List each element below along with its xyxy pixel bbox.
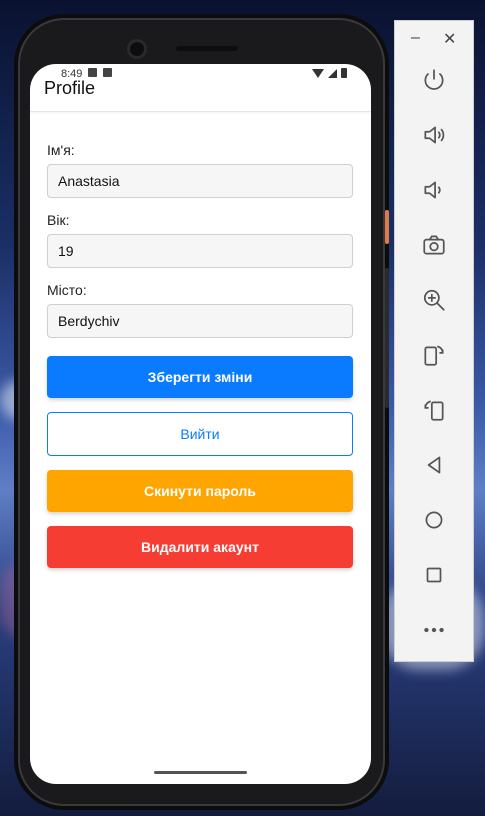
profile-form: Ім'я: Вік: Місто: Зберегти зміни Вийти С… bbox=[47, 142, 353, 568]
volume-up-icon[interactable] bbox=[419, 120, 449, 150]
overview-icon[interactable] bbox=[419, 560, 449, 590]
name-field[interactable] bbox=[47, 164, 353, 198]
emulator-window-controls: – ✕ bbox=[395, 29, 473, 49]
device-screen: 8:49 Profile Ім'я: Вік: Місто: Зберегти … bbox=[30, 64, 371, 784]
volume-side-button bbox=[385, 268, 389, 408]
earpiece-speaker bbox=[176, 46, 238, 51]
back-icon[interactable] bbox=[419, 450, 449, 480]
age-field[interactable] bbox=[47, 234, 353, 268]
zoom-in-icon[interactable] bbox=[419, 285, 449, 315]
close-button[interactable]: ✕ bbox=[443, 29, 456, 49]
save-button[interactable]: Зберегти зміни bbox=[47, 356, 353, 398]
city-label: Місто: bbox=[47, 282, 87, 298]
age-label: Вік: bbox=[47, 212, 70, 228]
name-label: Ім'я: bbox=[47, 142, 75, 158]
page-title: Profile bbox=[44, 78, 96, 98]
city-field[interactable] bbox=[47, 304, 353, 338]
more-icon[interactable] bbox=[419, 615, 449, 645]
volume-down-icon[interactable] bbox=[419, 175, 449, 205]
camera-icon[interactable] bbox=[419, 230, 449, 260]
minimize-button[interactable]: – bbox=[411, 29, 420, 47]
home-indicator[interactable] bbox=[154, 771, 247, 774]
delete-account-button[interactable]: Видалити акаунт bbox=[47, 526, 353, 568]
emulator-panel: – ✕ bbox=[394, 20, 474, 662]
home-icon[interactable] bbox=[419, 505, 449, 535]
reset-password-button[interactable]: Скинути пароль bbox=[47, 470, 353, 512]
front-camera bbox=[130, 42, 144, 56]
logout-button[interactable]: Вийти bbox=[47, 412, 353, 456]
phone-frame: 8:49 Profile Ім'я: Вік: Місто: Зберегти … bbox=[18, 18, 389, 806]
rotate-left-icon[interactable] bbox=[419, 340, 449, 370]
power-side-button bbox=[385, 210, 389, 244]
app-header: Profile bbox=[30, 74, 371, 112]
power-icon[interactable] bbox=[419, 65, 449, 95]
rotate-right-icon[interactable] bbox=[419, 395, 449, 425]
